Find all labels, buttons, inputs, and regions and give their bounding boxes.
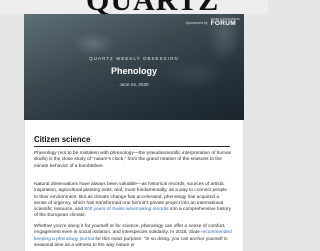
swiss-winemaking-link[interactable]: 500 years of Swiss winemaking records (84, 207, 168, 212)
sponsor-logo[interactable]: WORLD ECONOMIC FORUM (211, 18, 240, 27)
hero-banner: Sponsored by WORLD ECONOMIC FORUM QUARTZ… (24, 14, 244, 120)
sponsor-label: Sponsored by (185, 20, 208, 25)
sponsor-logo-big: FORUM (210, 19, 236, 27)
page-title: Phenology (110, 66, 157, 76)
paragraph-1: Phenology (not to be mistaken with phren… (34, 151, 232, 169)
paragraph-3: Whether you’re doing it for yourself or … (34, 224, 232, 249)
masthead-strip: QUARTZ (0, 0, 268, 14)
publish-date: June 24, 2020 (119, 82, 149, 87)
sponsor-block[interactable]: Sponsored by WORLD ECONOMIC FORUM (185, 18, 240, 27)
paragraph-3-text-a: Whether you’re doing it for yourself or … (34, 224, 226, 236)
section-divider (34, 146, 230, 147)
masthead-logo: QUARTZ (86, 0, 219, 14)
newsletter-kicker: QUARTZ WEEKLY OBSESSION (89, 56, 179, 61)
section-title: Citizen science (34, 135, 91, 144)
article-body: Citizen science Phenology (not to be mis… (24, 120, 244, 251)
paragraph-2: Natural observations have always been va… (34, 182, 232, 220)
